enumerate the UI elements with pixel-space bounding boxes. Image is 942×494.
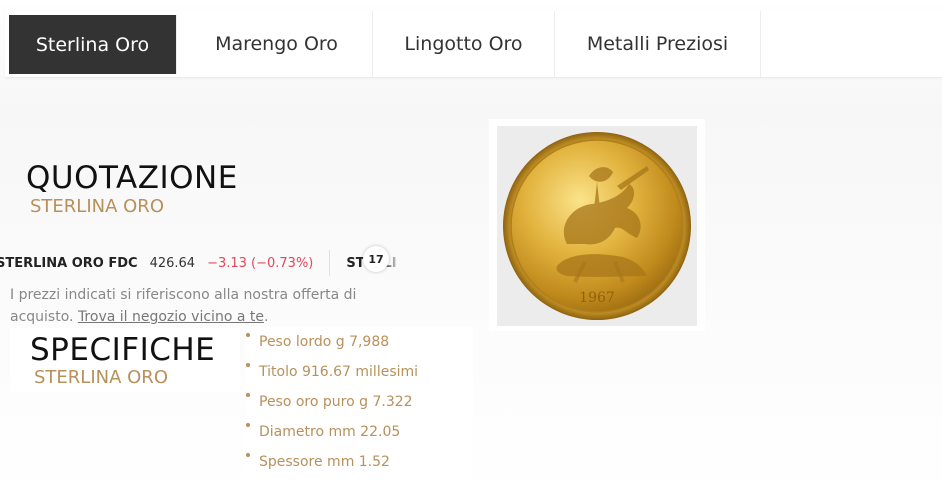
ticker-symbol-name[interactable]: STERLINA ORO FDC xyxy=(0,256,138,271)
svg-text:1967: 1967 xyxy=(579,290,615,306)
quotazione-subtitle: STERLINA ORO xyxy=(30,196,164,217)
tradingview-logo-icon[interactable]: 17 xyxy=(363,246,389,272)
spec-item: Peso oro puro g 7.322 xyxy=(259,394,413,410)
ticker-separator xyxy=(329,250,331,276)
spec-item: Diametro mm 22.05 xyxy=(259,424,401,440)
main-nav: Sterlina Oro Marengo Oro Lingotto Oro Me… xyxy=(5,11,942,78)
gold-sovereign-coin-icon: 1967 xyxy=(503,132,691,320)
spec-item: Spessore mm 1.52 xyxy=(259,454,390,470)
bullet-icon xyxy=(246,333,250,337)
price-ticker[interactable]: STERLINA ORO FDC 426.64 −3.13 (−0.73%) S… xyxy=(0,246,400,280)
price-note: I prezzi indicati si riferiscono alla no… xyxy=(10,284,360,328)
spec-item: Titolo 916.67 millesimi xyxy=(259,364,419,380)
bullet-icon xyxy=(246,423,250,427)
tab-lingotto-oro[interactable]: Lingotto Oro xyxy=(373,11,555,77)
tab-metalli-preziosi[interactable]: Metalli Preziosi xyxy=(555,11,761,77)
find-store-link[interactable]: Trova il negozio vicino a te xyxy=(78,309,264,325)
bullet-icon xyxy=(246,453,250,457)
specifiche-title: SPECIFICHE xyxy=(30,332,216,368)
tab-marengo-oro[interactable]: Marengo Oro xyxy=(181,11,373,77)
ticker-change: −3.13 (−0.73%) xyxy=(207,255,314,271)
specifiche-subtitle: STERLINA ORO xyxy=(34,367,168,388)
price-note-end: . xyxy=(263,309,269,325)
specifiche-list: Peso lordo g 7,988 Titolo 916.67 millesi… xyxy=(245,327,473,494)
quotazione-title: QUOTAZIONE xyxy=(26,160,238,196)
coin-image: 1967 xyxy=(497,126,697,326)
bullet-icon xyxy=(246,393,250,397)
ticker-price: 426.64 xyxy=(149,255,196,271)
spec-item: Peso lordo g 7,988 xyxy=(259,334,390,350)
coin-image-frame: 1967 xyxy=(489,119,705,331)
tab-sterlina-oro[interactable]: Sterlina Oro xyxy=(9,15,177,74)
bullet-icon xyxy=(246,363,250,367)
